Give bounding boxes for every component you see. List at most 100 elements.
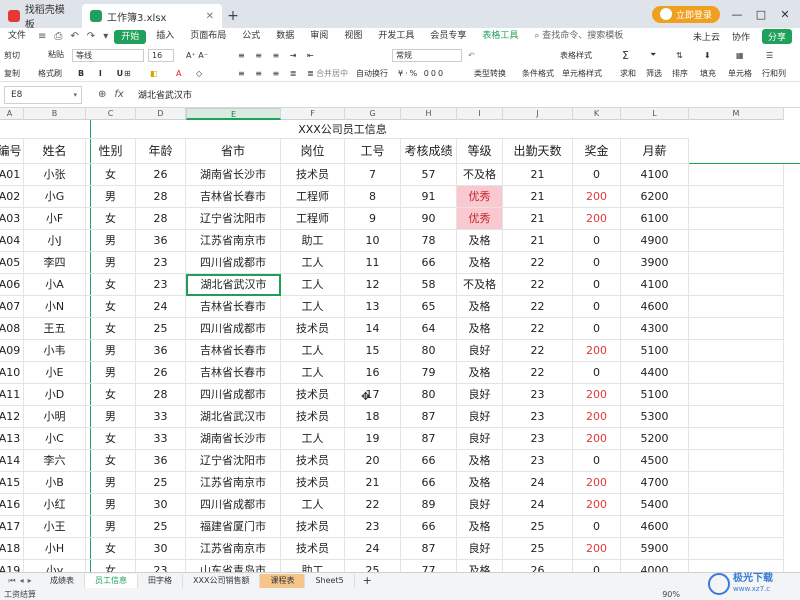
table-cell[interactable]: 200 — [573, 384, 621, 406]
number-format-select[interactable]: 常规 — [392, 48, 462, 62]
table-cell[interactable]: 25 — [345, 560, 401, 572]
table-cell[interactable]: A09 — [0, 340, 24, 362]
table-cell[interactable]: 10 — [345, 230, 401, 252]
fill-button[interactable]: 填充 — [700, 68, 716, 79]
maximize-icon[interactable]: □ — [754, 8, 768, 21]
menu-icon[interactable]: ≡ — [34, 31, 50, 42]
table-cell[interactable]: 26 — [136, 164, 186, 186]
table-cell[interactable]: 30 — [136, 494, 186, 516]
menu-file[interactable]: 文件 — [0, 28, 34, 45]
table-cell[interactable]: 男 — [86, 186, 136, 208]
table-cell[interactable]: 技术员 — [281, 164, 345, 186]
table-cell[interactable]: 11 — [345, 252, 401, 274]
table-cell[interactable]: A10 — [0, 362, 24, 384]
table-cell[interactable]: A06 — [0, 274, 24, 296]
table-cell[interactable]: 200 — [573, 406, 621, 428]
table-cell[interactable]: 4100 — [621, 274, 689, 296]
table-cell[interactable]: 良好 — [457, 494, 503, 516]
clear-icon[interactable]: ◇ — [196, 69, 202, 78]
table-cell[interactable]: 女 — [86, 208, 136, 230]
valign-icons[interactable]: ≡ ≡ ≡ ≣ ≣ — [238, 69, 318, 78]
table-cell[interactable] — [689, 450, 784, 472]
table-cell[interactable]: 28 — [136, 208, 186, 230]
table-cell[interactable]: 20 — [345, 450, 401, 472]
sheet-tab[interactable]: 成绩表 — [40, 573, 85, 588]
sheet-tab[interactable]: XXX公司销售额 — [183, 573, 261, 588]
column-title[interactable]: 岗位 — [281, 139, 345, 164]
table-cell[interactable]: 57 — [401, 164, 457, 186]
table-cell[interactable]: 90 — [401, 208, 457, 230]
table-cell[interactable]: 及格 — [457, 362, 503, 384]
column-header[interactable]: D — [136, 108, 186, 120]
table-cell[interactable]: 及格 — [457, 450, 503, 472]
table-cell[interactable]: 小J — [24, 230, 86, 252]
table-cell[interactable]: 21 — [503, 164, 573, 186]
table-cell[interactable]: 女 — [86, 296, 136, 318]
table-cell[interactable]: 25 — [503, 538, 573, 560]
table-cell[interactable] — [689, 296, 784, 318]
font-size-icons[interactable]: A⁺ A⁻ — [186, 51, 208, 60]
table-cell[interactable]: 23 — [136, 252, 186, 274]
font-size-select[interactable]: 16 — [148, 48, 174, 62]
table-cell[interactable]: 200 — [573, 208, 621, 230]
undo-history[interactable]: ↶ — [468, 51, 475, 60]
table-cell[interactable]: 女 — [86, 318, 136, 340]
paste-button[interactable]: 粘贴 — [48, 49, 64, 60]
table-cell[interactable]: 0 — [573, 296, 621, 318]
table-cell[interactable]: 13 — [345, 296, 401, 318]
table-cell[interactable]: A16 — [0, 494, 24, 516]
sort-icon[interactable]: ⇅ — [676, 51, 683, 60]
table-cell[interactable]: 技术员 — [281, 472, 345, 494]
table-cell[interactable]: 技术员 — [281, 450, 345, 472]
table-cell[interactable]: 李六 — [24, 450, 86, 472]
table-cell[interactable]: 四川省成都市 — [186, 494, 281, 516]
table-cell[interactable]: 湖南省长沙市 — [186, 428, 281, 450]
table-cell[interactable]: 36 — [136, 450, 186, 472]
table-cell[interactable]: 66 — [401, 252, 457, 274]
table-cell[interactable]: 辽宁省沈阳市 — [186, 208, 281, 230]
table-cell[interactable]: 0 — [573, 450, 621, 472]
column-header[interactable]: G — [345, 108, 401, 120]
table-cell[interactable]: 23 — [345, 516, 401, 538]
table-cell[interactable]: 吉林省长春市 — [186, 186, 281, 208]
table-cell[interactable]: 李四 — [24, 252, 86, 274]
table-cell[interactable]: 4900 — [621, 230, 689, 252]
table-cell[interactable]: 15 — [345, 340, 401, 362]
table-cell[interactable]: 王五 — [24, 318, 86, 340]
table-cell[interactable]: 91 — [401, 186, 457, 208]
table-cell[interactable]: 良好 — [457, 384, 503, 406]
table-cell[interactable]: 22 — [503, 362, 573, 384]
menu-formula[interactable]: 公式 — [234, 28, 268, 45]
table-cell[interactable]: 0 — [573, 560, 621, 572]
table-cell[interactable]: 36 — [136, 230, 186, 252]
table-cell[interactable]: 及格 — [457, 230, 503, 252]
table-cell[interactable]: 小B — [24, 472, 86, 494]
table-cell[interactable]: 89 — [401, 494, 457, 516]
table-cell[interactable]: 0 — [573, 362, 621, 384]
table-cell[interactable]: 小C — [24, 428, 86, 450]
table-cell[interactable]: 80 — [401, 384, 457, 406]
column-title[interactable]: 编号 — [0, 139, 24, 164]
table-cell[interactable]: A14 — [0, 450, 24, 472]
table-cell[interactable]: 28 — [136, 186, 186, 208]
table-cell[interactable] — [689, 274, 784, 296]
table-cell[interactable]: 18 — [345, 406, 401, 428]
add-sheet-button[interactable]: + — [355, 574, 380, 587]
table-cell[interactable]: 36 — [136, 340, 186, 362]
table-cell[interactable]: 79 — [401, 362, 457, 384]
new-tab-button[interactable]: + — [222, 4, 244, 28]
table-cell[interactable]: 200 — [573, 538, 621, 560]
table-cell[interactable]: 小D — [24, 384, 86, 406]
table-cell[interactable] — [689, 428, 784, 450]
table-cell[interactable]: 28 — [136, 384, 186, 406]
table-cell[interactable]: 江苏省南京市 — [186, 230, 281, 252]
zoom-icon[interactable]: ⊕ — [98, 89, 106, 100]
table-cell[interactable]: 12 — [345, 274, 401, 296]
table-cell[interactable]: 技术员 — [281, 406, 345, 428]
column-title[interactable]: 等级 — [457, 139, 503, 164]
sheet-tab[interactable]: 课程表 — [260, 573, 306, 588]
table-cell[interactable] — [689, 472, 784, 494]
table-cell[interactable]: 江苏省南京市 — [186, 472, 281, 494]
table-cell[interactable]: 小红 — [24, 494, 86, 516]
table-cell[interactable]: A01 — [0, 164, 24, 186]
